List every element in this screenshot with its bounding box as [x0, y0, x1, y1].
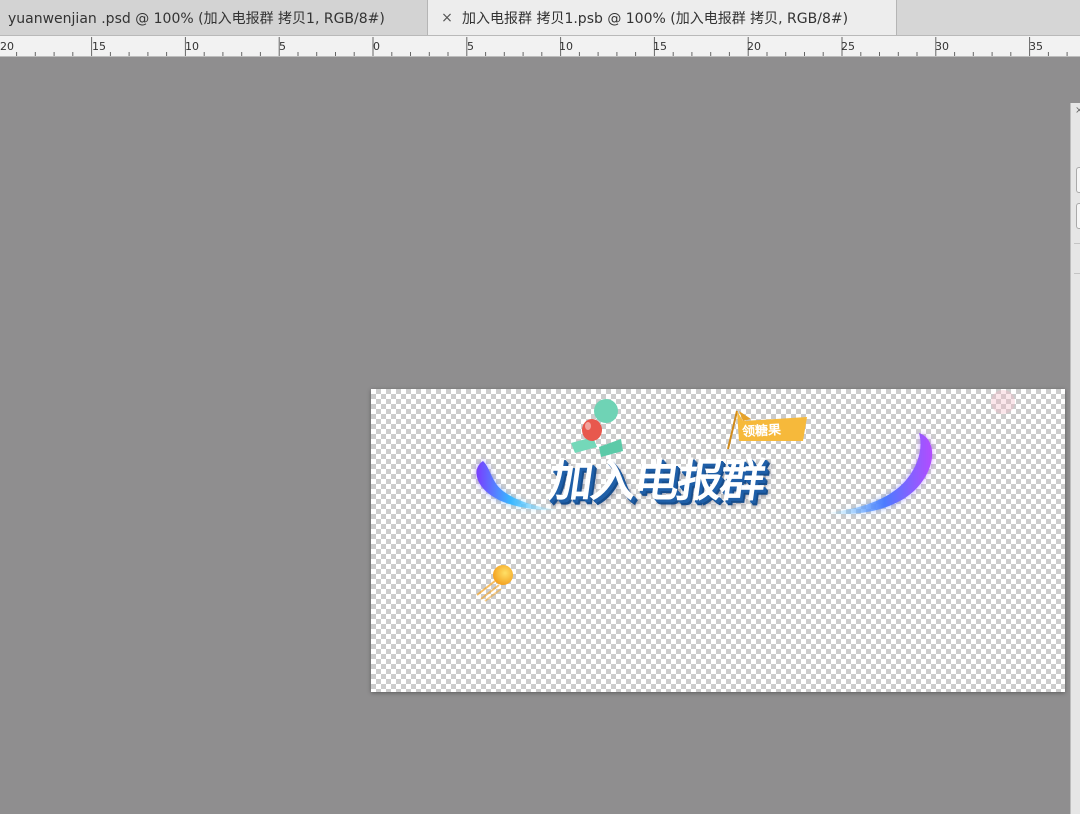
ruler-label: 35	[1029, 40, 1043, 53]
balloon-highlight	[585, 422, 591, 430]
red-balloon	[582, 419, 602, 441]
ruler-label: 10	[185, 40, 199, 53]
panel-divider	[1074, 273, 1080, 274]
tab-yuanwenjian-psd[interactable]: yuanwenjian .psd @ 100% (加入电报群 拷贝1, RGB/…	[0, 0, 428, 35]
tab-label: 加入电报群 拷贝1.psb @ 100% (加入电报群 拷贝, RGB/8#)	[462, 10, 849, 27]
tab-label: yuanwenjian .psd @ 100% (加入电报群 拷贝1, RGB/…	[8, 10, 385, 27]
panel-divider	[1074, 243, 1080, 244]
ruler-label: 10	[559, 40, 573, 53]
ruler-label: 20	[0, 40, 14, 53]
tab-psb-active[interactable]: × 加入电报群 拷贝1.psb @ 100% (加入电报群 拷贝, RGB/8#…	[428, 0, 897, 35]
comet-decoration	[476, 565, 513, 602]
right-swoosh	[826, 433, 933, 514]
document-canvas[interactable]: 领糖果 加入电报群	[371, 389, 1065, 692]
ruler-label: 0	[373, 40, 380, 53]
ruler-label: 25	[841, 40, 855, 53]
ruler-label: 20	[747, 40, 761, 53]
close-icon[interactable]: ×	[1075, 105, 1080, 116]
ruler-ticks	[16, 37, 1068, 56]
panel-field[interactable]	[1076, 203, 1080, 229]
photoshop-window: yuanwenjian .psd @ 100% (加入电报群 拷贝1, RGB/…	[0, 0, 1080, 814]
ruler-label: 5	[467, 40, 474, 53]
ruler-label: 15	[92, 40, 106, 53]
banner-title: 加入电报群	[544, 454, 768, 507]
horizontal-ruler[interactable]: 20 15 10 5 0 5 10 15 20 25 30 35	[0, 36, 1080, 57]
banner-artwork	[476, 390, 1015, 602]
panel-field[interactable]	[1076, 167, 1080, 193]
flag-label: 领糖果	[741, 422, 782, 441]
side-panel[interactable]: ×	[1070, 103, 1080, 814]
ruler-label: 15	[653, 40, 667, 53]
ruler-label: 30	[935, 40, 949, 53]
ruler-label: 5	[279, 40, 286, 53]
sparkle-decoration	[991, 390, 1015, 414]
teal-balloon	[594, 399, 618, 423]
close-icon[interactable]: ×	[438, 10, 456, 26]
document-tab-bar: yuanwenjian .psd @ 100% (加入电报群 拷贝1, RGB/…	[0, 0, 1080, 36]
